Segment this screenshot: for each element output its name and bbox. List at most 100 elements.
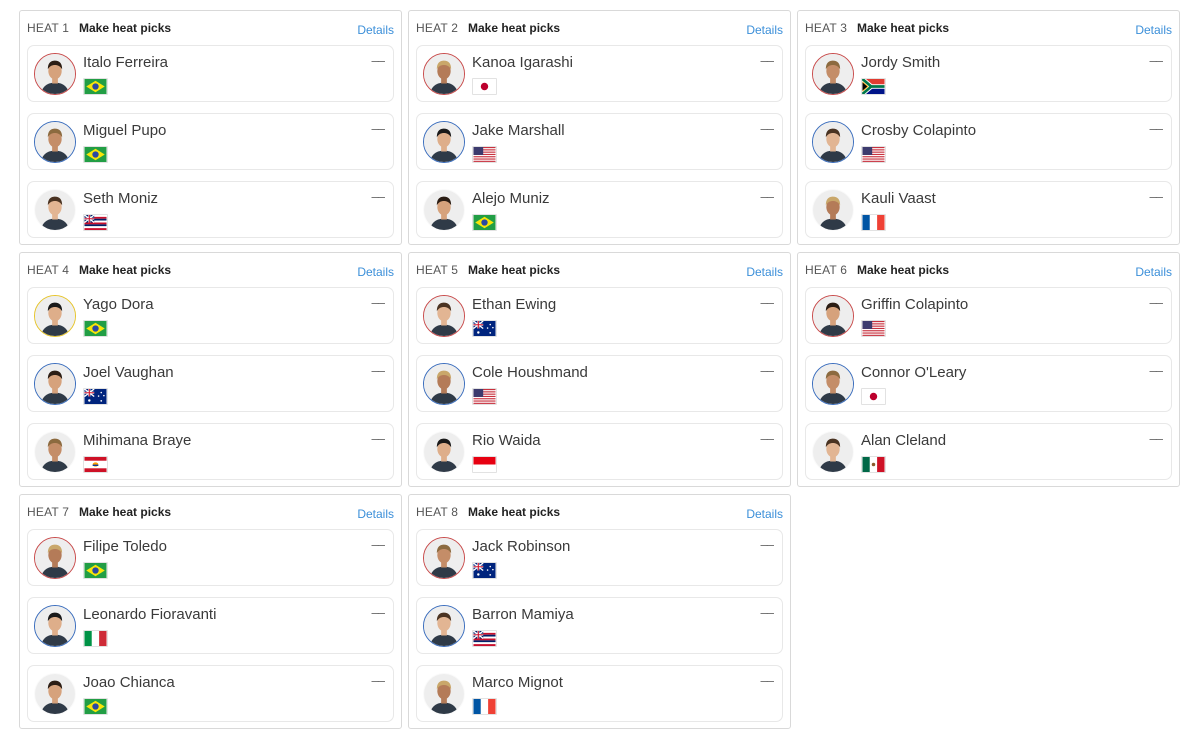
surfer-score: –– [371, 673, 386, 688]
details-link[interactable]: Details [357, 23, 394, 37]
surfer-name: Marco Mignot [472, 674, 563, 691]
surfer-score: –– [760, 189, 775, 204]
surfer-score: –– [371, 53, 386, 68]
surfer-name: Cole Houshmand [472, 364, 588, 381]
details-link[interactable]: Details [357, 507, 394, 521]
surfer-score: –– [760, 295, 775, 310]
surfer-pick-row[interactable]: Jack Robinson –– [416, 529, 783, 586]
surfer-avatar [423, 295, 465, 337]
make-heat-picks-title[interactable]: Make heat picks [857, 263, 949, 277]
surfer-pick-row[interactable]: Kanoa Igarashi –– [416, 45, 783, 102]
surfer-pick-row[interactable]: Barron Mamiya –– [416, 597, 783, 654]
brazil-flag-icon [83, 698, 108, 715]
surfer-avatar [812, 363, 854, 405]
surfer-score: –– [371, 537, 386, 552]
surfer-pick-row[interactable]: Seth Moniz –– [27, 181, 394, 238]
surfer-avatar [423, 673, 465, 715]
surfer-avatar [423, 431, 465, 473]
surfer-pick-row[interactable]: Marco Mignot –– [416, 665, 783, 722]
heat-label: HEAT 2 [416, 21, 459, 35]
surfer-pick-row[interactable]: Cole Houshmand –– [416, 355, 783, 412]
brazil-flag-icon [83, 562, 108, 579]
surfer-pick-row[interactable]: Mihimana Braye –– [27, 423, 394, 480]
surfer-avatar [812, 189, 854, 231]
surfer-pick-row[interactable]: Joao Chianca –– [27, 665, 394, 722]
make-heat-picks-title[interactable]: Make heat picks [857, 21, 949, 35]
brazil-flag-icon [83, 78, 108, 95]
surfer-pick-row[interactable]: Crosby Colapinto –– [805, 113, 1172, 170]
surfer-score: –– [760, 605, 775, 620]
surfer-name: Ethan Ewing [472, 296, 557, 313]
heat-label: HEAT 4 [27, 263, 70, 277]
surfer-avatar [34, 363, 76, 405]
surfer-pick-row[interactable]: Alan Cleland –– [805, 423, 1172, 480]
hawaii-flag-icon [472, 630, 497, 647]
surfer-name: Filipe Toledo [83, 538, 167, 555]
make-heat-picks-title[interactable]: Make heat picks [79, 505, 171, 519]
details-link[interactable]: Details [1135, 23, 1172, 37]
surfer-pick-row[interactable]: Leonardo Fioravanti –– [27, 597, 394, 654]
surfer-pick-row[interactable]: Kauli Vaast –– [805, 181, 1172, 238]
make-heat-picks-title[interactable]: Make heat picks [468, 505, 560, 519]
surfer-avatar [423, 53, 465, 95]
heat-label: HEAT 1 [27, 21, 70, 35]
details-link[interactable]: Details [746, 507, 783, 521]
details-link[interactable]: Details [357, 265, 394, 279]
surfer-avatar [34, 537, 76, 579]
surfer-pick-row[interactable]: Miguel Pupo –– [27, 113, 394, 170]
surfer-score: –– [1149, 121, 1164, 136]
details-link[interactable]: Details [1135, 265, 1172, 279]
australia-flag-icon [472, 562, 497, 579]
surfer-name: Yago Dora [83, 296, 154, 313]
surfer-pick-row[interactable]: Rio Waida –– [416, 423, 783, 480]
make-heat-picks-title[interactable]: Make heat picks [79, 263, 171, 277]
surfer-avatar [812, 53, 854, 95]
surfer-name: Barron Mamiya [472, 606, 574, 623]
surfer-pick-row[interactable]: Connor O'Leary –– [805, 355, 1172, 412]
tahiti-flag-icon [83, 456, 108, 473]
make-heat-picks-title[interactable]: Make heat picks [79, 21, 171, 35]
surfer-score: –– [371, 295, 386, 310]
surfer-avatar [423, 363, 465, 405]
surfer-pick-row[interactable]: Italo Ferreira –– [27, 45, 394, 102]
brazil-flag-icon [472, 214, 497, 231]
surfer-pick-row[interactable]: Griffin Colapinto –– [805, 287, 1172, 344]
surfer-score: –– [1149, 295, 1164, 310]
details-link[interactable]: Details [746, 23, 783, 37]
surfer-pick-row[interactable]: Yago Dora –– [27, 287, 394, 344]
surfer-score: –– [371, 121, 386, 136]
surfer-pick-row[interactable]: Joel Vaughan –– [27, 355, 394, 412]
heat-card: HEAT 6 Make heat picks Details Griffin Cola… [797, 252, 1180, 487]
surfer-name: Kauli Vaast [861, 190, 936, 207]
surfer-name: Mihimana Braye [83, 432, 192, 449]
heat-card: HEAT 3 Make heat picks Details Jordy Smith –… [797, 10, 1180, 245]
surfer-avatar [423, 121, 465, 163]
surfer-pick-row[interactable]: Alejo Muniz –– [416, 181, 783, 238]
heat-header: HEAT 5 Make heat picks Details [416, 263, 783, 279]
make-heat-picks-title[interactable]: Make heat picks [468, 263, 560, 277]
heat-header: HEAT 6 Make heat picks Details [805, 263, 1172, 279]
surfer-avatar [34, 53, 76, 95]
surfer-name: Rio Waida [472, 432, 541, 449]
surfer-avatar [34, 431, 76, 473]
surfer-pick-row[interactable]: Jake Marshall –– [416, 113, 783, 170]
surfer-name: Joao Chianca [83, 674, 175, 691]
details-link[interactable]: Details [746, 265, 783, 279]
heat-label: HEAT 5 [416, 263, 459, 277]
heat-card: HEAT 7 Make heat picks Details Filipe Toled… [19, 494, 402, 729]
surfer-score: –– [760, 363, 775, 378]
surfer-pick-row[interactable]: Filipe Toledo –– [27, 529, 394, 586]
surfer-name: Italo Ferreira [83, 54, 169, 71]
surfer-score: –– [760, 53, 775, 68]
surfer-pick-row[interactable]: Jordy Smith –– [805, 45, 1172, 102]
heat-label: HEAT 8 [416, 505, 459, 519]
surfer-pick-row[interactable]: Ethan Ewing –– [416, 287, 783, 344]
japan-flag-icon [861, 388, 886, 405]
surfer-name: Jake Marshall [472, 122, 565, 139]
heat-card: HEAT 5 Make heat picks Details Ethan Ewing –… [408, 252, 791, 487]
surfer-score: –– [760, 673, 775, 688]
make-heat-picks-title[interactable]: Make heat picks [468, 21, 560, 35]
italy-flag-icon [83, 630, 108, 647]
surfer-name: Crosby Colapinto [861, 122, 977, 139]
surfer-name: Seth Moniz [83, 190, 159, 207]
